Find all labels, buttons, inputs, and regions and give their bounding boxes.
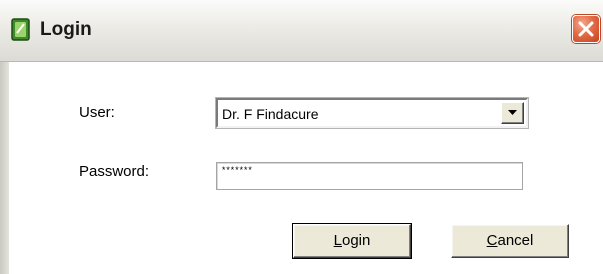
user-dropdown[interactable]: Dr. F Findacure bbox=[215, 97, 529, 129]
user-dropdown-value: Dr. F Findacure bbox=[222, 106, 319, 122]
login-button[interactable]: Login bbox=[292, 223, 412, 259]
cancel-button[interactable]: Cancel bbox=[451, 224, 569, 258]
password-label: Password: bbox=[79, 163, 150, 180]
login-button-mnemonic: L bbox=[333, 232, 342, 249]
chevron-down-icon bbox=[508, 110, 517, 115]
close-icon bbox=[578, 21, 594, 37]
title-bar[interactable]: Login bbox=[0, 0, 603, 62]
login-button-label: ogin bbox=[341, 232, 371, 249]
login-dialog: Login User: Dr. F Findacure Password: **… bbox=[0, 0, 603, 274]
user-label: User: bbox=[79, 104, 115, 121]
cancel-button-label: ancel bbox=[497, 232, 534, 249]
password-field[interactable]: ******* bbox=[216, 162, 523, 190]
window-frame-left bbox=[0, 62, 9, 274]
window-title: Login bbox=[40, 19, 92, 40]
close-button[interactable] bbox=[572, 15, 600, 43]
dropdown-arrow-button[interactable] bbox=[501, 102, 524, 124]
password-value: ******* bbox=[221, 166, 253, 176]
app-icon bbox=[11, 18, 31, 42]
cancel-button-mnemonic: C bbox=[486, 232, 498, 249]
